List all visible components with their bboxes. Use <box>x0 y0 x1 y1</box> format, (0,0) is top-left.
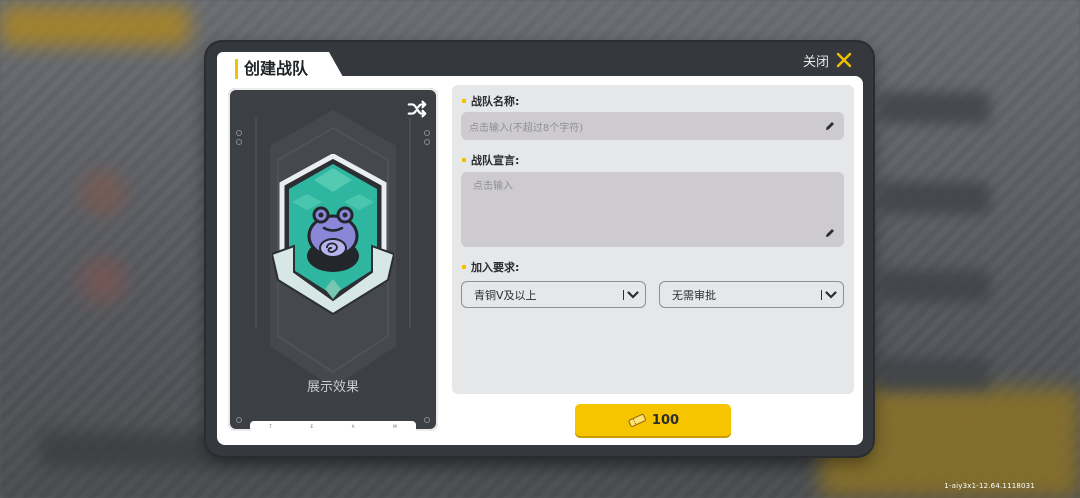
frog-emblem-icon <box>272 154 394 316</box>
team-emblem-preview: 展示效果 T E A M <box>228 88 438 431</box>
shuffle-icon[interactable] <box>406 98 428 120</box>
join-requirement-label: 加入要求: <box>462 259 519 275</box>
approval-select[interactable]: 无需审批 <box>659 281 844 308</box>
close-button[interactable]: 关闭 <box>803 50 853 70</box>
team-strip-letter: T <box>269 423 272 429</box>
background-row <box>880 92 990 124</box>
close-label: 关闭 <box>802 54 829 70</box>
team-strip-letter: E <box>310 423 314 429</box>
background-yellow-banner <box>0 6 190 46</box>
team-strip: T E A M <box>250 421 416 431</box>
team-declaration-placeholder: 点击输入 <box>473 181 513 192</box>
dialog-body: 展示效果 T E A M 战队名称: 点击输入(不超过8个字符) 战队宣言: 点… <box>217 76 863 445</box>
team-name-placeholder: 点击输入(不超过8个字符) <box>469 123 584 134</box>
level-requirement-caret <box>623 288 639 302</box>
team-strip-letter: A <box>351 423 355 429</box>
decor-dot <box>236 130 242 136</box>
decor-dot <box>236 417 242 423</box>
decor-dot <box>424 139 430 145</box>
gold-ticket-icon <box>628 413 646 427</box>
team-name-label: 战队名称: <box>462 93 519 109</box>
background-avatar <box>80 170 126 216</box>
team-form: 战队名称: 点击输入(不超过8个字符) 战队宣言: 点击输入 加入要求: 青铜V… <box>452 85 854 394</box>
background-avatar <box>80 258 126 304</box>
approval-caret <box>821 288 837 302</box>
team-name-input[interactable]: 点击输入(不超过8个字符) <box>461 112 844 140</box>
background-row <box>880 270 990 302</box>
pencil-icon <box>826 122 834 130</box>
decor-dot <box>236 139 242 145</box>
background-row <box>880 358 990 390</box>
background-row <box>880 182 990 214</box>
team-declaration-label: 战队宣言: <box>462 152 519 168</box>
chevron-down-icon <box>627 291 639 299</box>
team-strip-letter: M <box>393 423 397 429</box>
team-declaration-input[interactable]: 点击输入 <box>461 172 844 247</box>
decor-dot <box>424 130 430 136</box>
close-icon <box>836 52 852 68</box>
approval-value: 无需审批 <box>672 289 716 302</box>
pencil-icon <box>826 229 834 237</box>
create-team-button[interactable]: 100 <box>575 404 731 436</box>
preview-label: 展示效果 <box>306 380 359 395</box>
dialog-title: 创建战队 <box>235 59 308 79</box>
level-requirement-value: 青铜V及以上 <box>474 289 537 302</box>
version-label: 1-aiy3x1-12.64.1118031 <box>944 482 1035 490</box>
decor-dot <box>424 417 430 423</box>
chevron-down-icon <box>825 291 837 299</box>
create-cost-value: 100 <box>651 412 680 428</box>
level-requirement-select[interactable]: 青铜V及以上 <box>461 281 646 308</box>
create-team-dialog: 展示效果 T E A M 战队名称: 点击输入(不超过8个字符) 战队宣言: 点… <box>206 42 873 456</box>
